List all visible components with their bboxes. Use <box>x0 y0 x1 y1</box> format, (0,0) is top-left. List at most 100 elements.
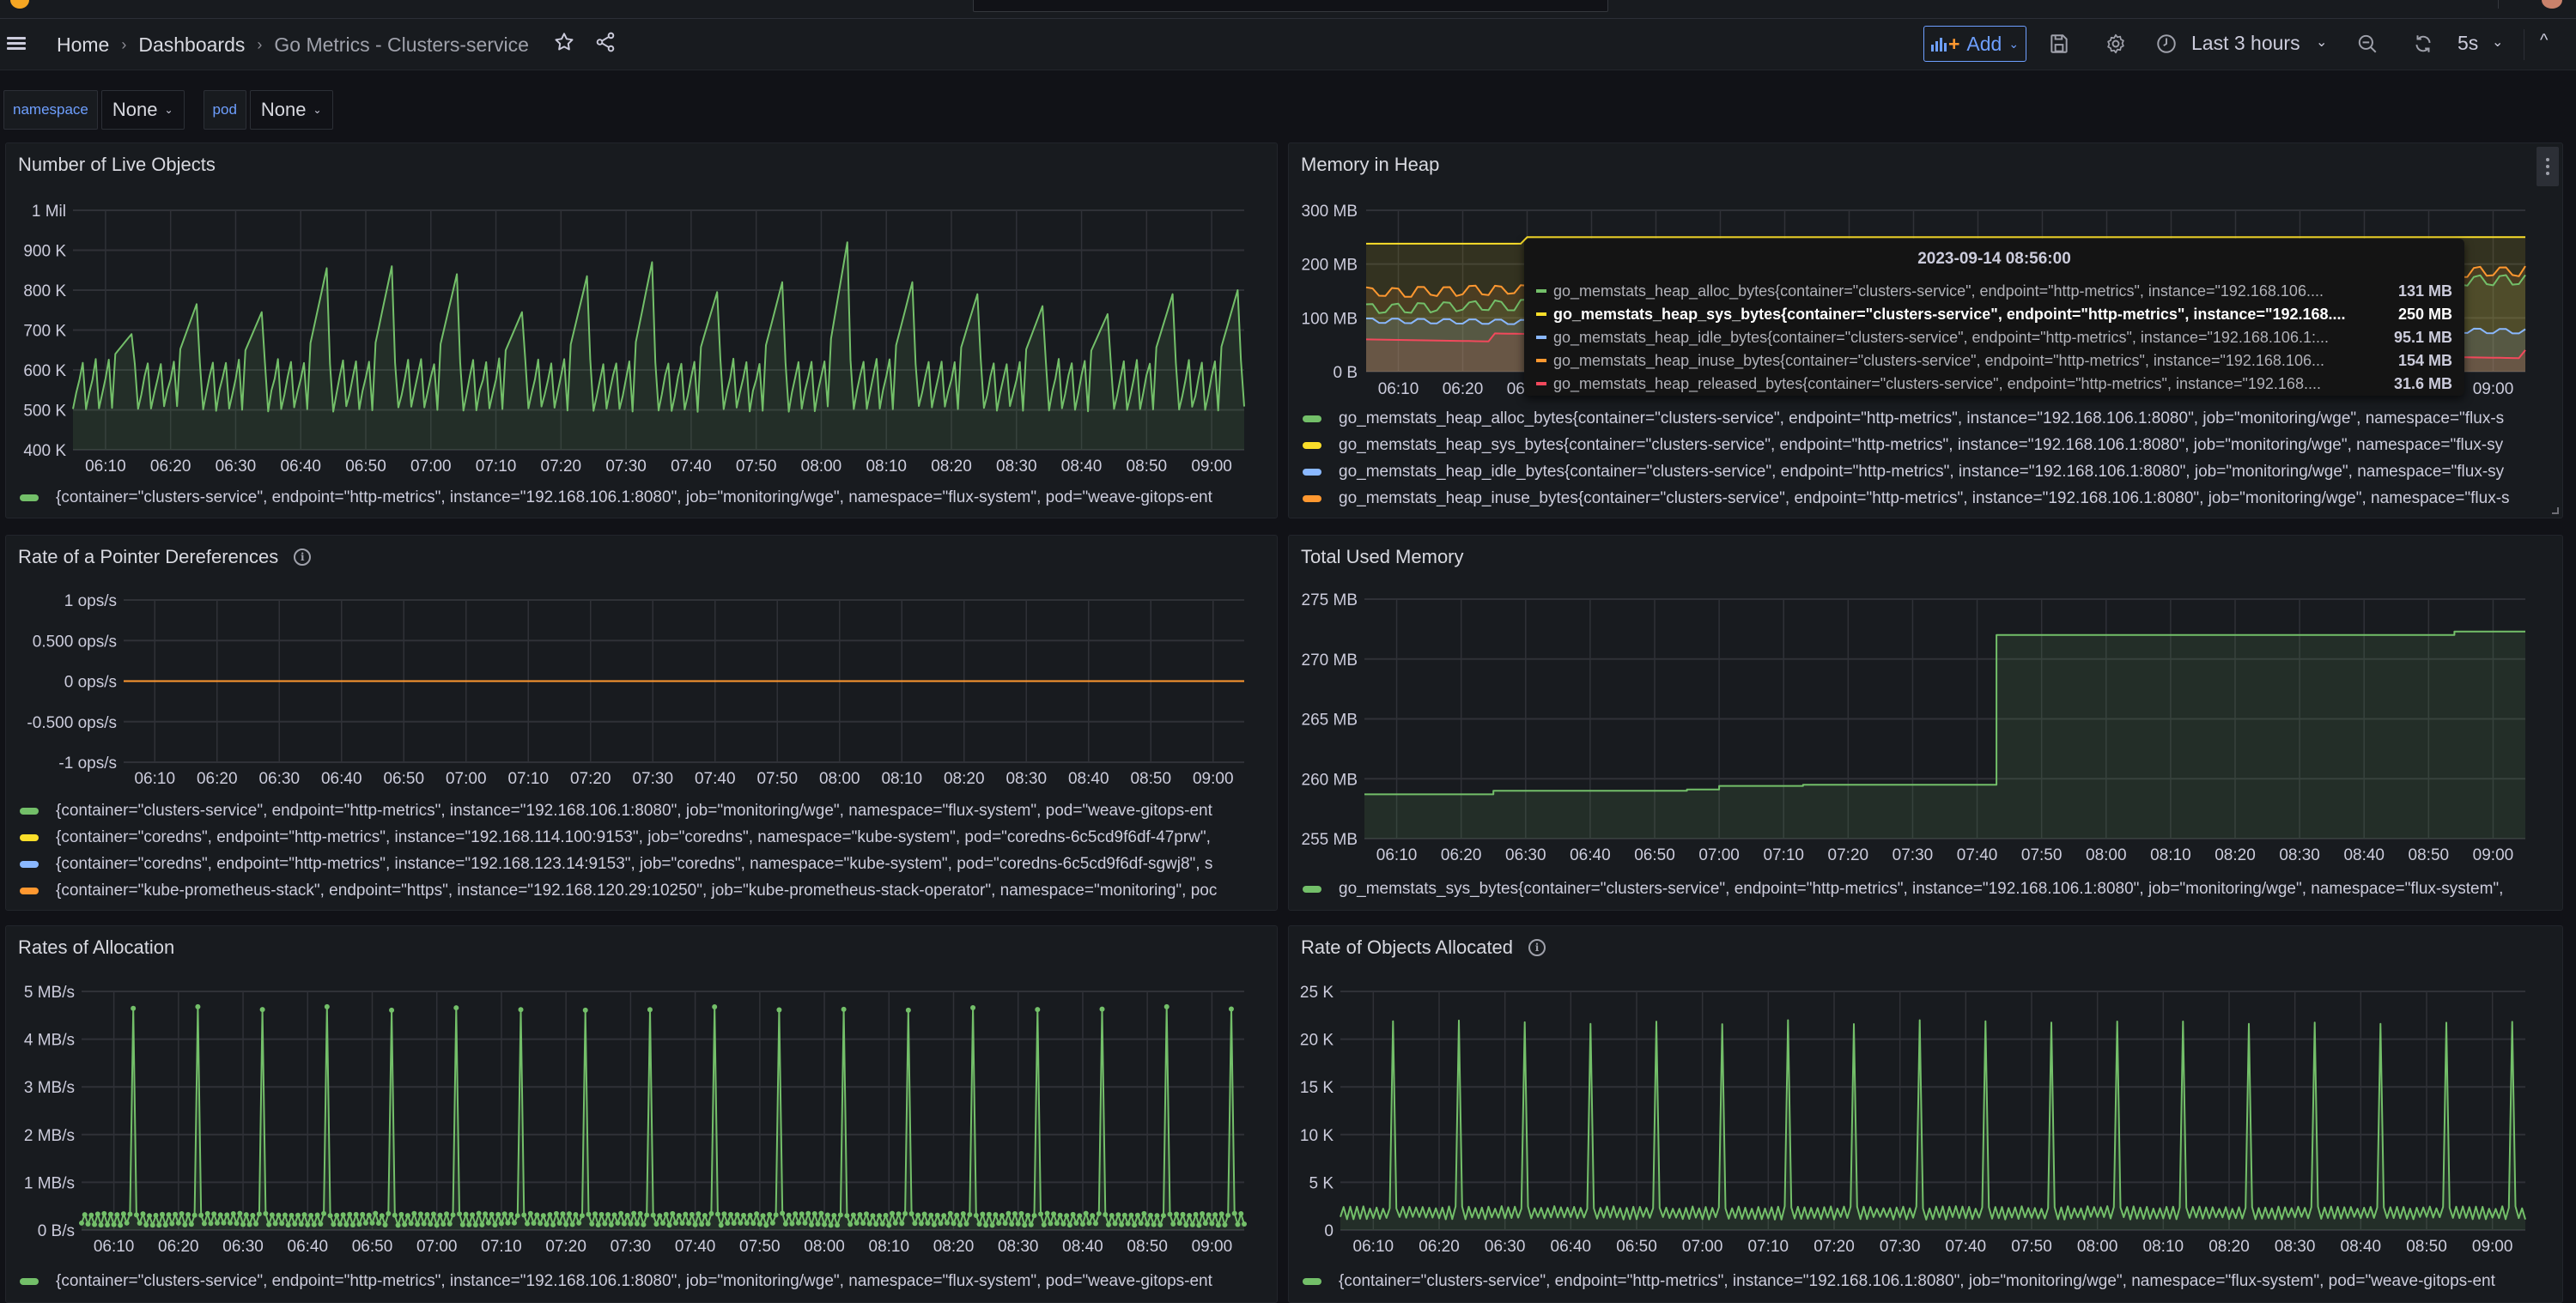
panel-live-objects[interactable]: Number of Live Objects 400 K 500 K 600 K 70… <box>5 142 1278 518</box>
data-point <box>1209 1221 1215 1227</box>
legend-label: go_memstats_sys_bytes{container="cluster… <box>1339 879 2504 898</box>
data-point <box>899 1221 905 1227</box>
user-avatar[interactable] <box>2542 0 2562 9</box>
time-range-picker[interactable]: Last 3 hours <box>2191 32 2300 55</box>
clock-icon[interactable] <box>2155 33 2178 55</box>
legend-item[interactable]: {container="clusters-service", endpoint=… <box>20 484 1268 511</box>
x-tick-label: 08:30 <box>1005 770 1047 788</box>
legend-item[interactable]: {container="coredns", endpoint="http-met… <box>20 851 1268 877</box>
x-tick-label: 08:20 <box>933 1238 975 1256</box>
chart-live-objects[interactable]: 400 K 500 K 600 K 700 K 800 K 900 K 1 Mil 06:10… <box>6 143 1278 518</box>
y-tick-label: 4 MB/s <box>24 1032 75 1050</box>
data-point <box>308 1212 314 1218</box>
data-point <box>1215 1222 1221 1228</box>
data-point <box>421 1221 427 1227</box>
series-line-area <box>73 242 1244 450</box>
x-tick-label: 06:20 <box>1419 1238 1460 1256</box>
refresh-interval-picker[interactable]: 5s <box>2458 32 2478 55</box>
add-button[interactable]: + Add ⌄ <box>1923 26 2026 62</box>
data-point <box>702 1212 708 1218</box>
chevron-down-icon[interactable]: ⌄ <box>2316 33 2327 51</box>
tooltip-series-value: 95.1 MB <box>2393 328 2452 346</box>
panel-total-used-memory[interactable]: Total Used Memory 255 MB 260 MB 265 MB 270 … <box>1288 535 2563 911</box>
tooltip-series-name: go_memstats_heap_released_bytes{containe… <box>1553 374 2321 392</box>
legend-item[interactable]: {container="clusters-service", endpoint=… <box>1303 1268 2554 1294</box>
data-point <box>650 1212 656 1218</box>
menu-icon[interactable] <box>7 34 26 52</box>
legend-item[interactable]: go_memstats_heap_inuse_bytes{container="… <box>1303 485 2554 512</box>
panel-rates-of-allocation[interactable]: Rates of Allocation 0 B/s 1 MB/s 2 MB/s 3 M… <box>5 925 1278 1303</box>
x-tick-label: 08:00 <box>819 770 860 788</box>
x-tick-label: 06:10 <box>1353 1238 1394 1256</box>
search-input[interactable] <box>973 0 1608 12</box>
legend-item[interactable]: {container="clusters-service", endpoint=… <box>20 1268 1268 1294</box>
data-point <box>563 1221 569 1227</box>
legend-color-swatch <box>20 807 39 815</box>
data-point <box>305 1221 311 1227</box>
legend-item[interactable]: go_memstats_heap_alloc_bytes{container="… <box>1303 405 2554 432</box>
data-point <box>450 1212 456 1218</box>
breadcrumb-dashboards[interactable]: Dashboards <box>138 33 245 57</box>
grafana-logo-icon[interactable] <box>10 0 29 9</box>
chart-total-used-memory[interactable]: 255 MB 260 MB 265 MB 270 MB 275 MB 06:10 06:20… <box>1289 536 2563 911</box>
zoom-out-icon[interactable] <box>2356 33 2379 55</box>
legend-item[interactable]: {container="coredns", endpoint="http-met… <box>20 824 1268 851</box>
data-point <box>1057 1212 1063 1218</box>
data-point <box>356 1221 362 1227</box>
y-tick-label: 275 MB <box>1302 591 1358 609</box>
breadcrumb-home[interactable]: Home <box>57 33 109 57</box>
y-tick-label: 300 MB <box>1302 203 1358 221</box>
legend-item[interactable]: {container="clusters-service", endpoint=… <box>20 797 1268 824</box>
legend-label: {container="kube-prometheus-stack", endp… <box>56 881 1218 900</box>
data-point <box>505 1220 511 1226</box>
page-title: Go Metrics - Clusters-service <box>274 33 529 56</box>
data-point <box>111 1221 117 1227</box>
share-icon[interactable] <box>594 31 617 58</box>
x-tick-label: 08:00 <box>2086 846 2127 864</box>
legend-item[interactable]: {container="kube-prometheus-stack", endp… <box>20 877 1268 904</box>
x-tick-label: 06:30 <box>216 458 257 476</box>
data-point <box>1060 1221 1066 1227</box>
variable-select-namespace[interactable]: None ⌄ <box>100 90 185 130</box>
resize-handle[interactable] <box>2552 507 2559 514</box>
chart-rate-of-objects-allocated[interactable]: 0 5 K 10 K 15 K 20 K 25 K 06:10 06:20 06:30 06:40… <box>1289 926 2563 1303</box>
data-point <box>175 1220 181 1226</box>
save-icon[interactable] <box>2048 33 2070 55</box>
legend-item[interactable]: go_memstats_heap_sys_bytes{container="cl… <box>1303 432 2554 458</box>
refresh-icon[interactable] <box>2412 33 2434 55</box>
data-point <box>82 1212 88 1218</box>
gear-icon[interactable] <box>2105 33 2127 55</box>
data-point <box>608 1221 614 1227</box>
data-point <box>327 1213 333 1219</box>
data-point <box>301 1212 307 1218</box>
data-point <box>718 1222 724 1228</box>
x-tick-label: 07:20 <box>1828 846 1869 864</box>
data-point <box>1160 1213 1166 1219</box>
chevron-down-icon[interactable]: ⌄ <box>2492 33 2503 51</box>
data-point <box>489 1211 495 1217</box>
x-tick-label: 08:10 <box>881 770 922 788</box>
data-point <box>389 1007 395 1013</box>
data-point <box>598 1211 605 1217</box>
panel-pointer-dereferences[interactable]: Rate of a Pointer Dereferences i -1 ops/s… <box>5 535 1278 911</box>
data-point <box>466 1221 472 1227</box>
collapse-navbar-chevron-up-icon[interactable]: ^ <box>2540 31 2548 51</box>
chart-tooltip: 2023-09-14 08:56:00 go_memstats_heap_all… <box>1524 239 2464 396</box>
series-line <box>1340 1019 2526 1221</box>
star-icon[interactable] <box>553 31 575 58</box>
legend-item[interactable]: go_memstats_heap_idle_bytes{container="c… <box>1303 458 2554 485</box>
data-point <box>1073 1220 1079 1226</box>
legend-item[interactable]: go_memstats_sys_bytes{container="cluster… <box>1303 876 2554 902</box>
chart-rates-of-allocation[interactable]: 0 B/s 1 MB/s 2 MB/s 3 MB/s 4 MB/s 5 MB/s 06:10… <box>6 926 1278 1303</box>
x-tick-label: 09:00 <box>1193 770 1234 788</box>
data-point <box>738 1220 744 1226</box>
data-point <box>993 1212 999 1218</box>
y-tick-label: 5 MB/s <box>24 984 75 1002</box>
y-tick-label: 100 MB <box>1302 310 1358 328</box>
plus-icon: + <box>1947 32 1960 55</box>
data-point <box>508 1211 514 1217</box>
data-point <box>569 1221 575 1227</box>
data-point <box>1090 1213 1096 1219</box>
variable-select-pod[interactable]: None ⌄ <box>249 90 333 130</box>
panel-rate-of-objects-allocated[interactable]: Rate of Objects Allocated i 05 K 10 K 15 K2… <box>1288 925 2563 1303</box>
